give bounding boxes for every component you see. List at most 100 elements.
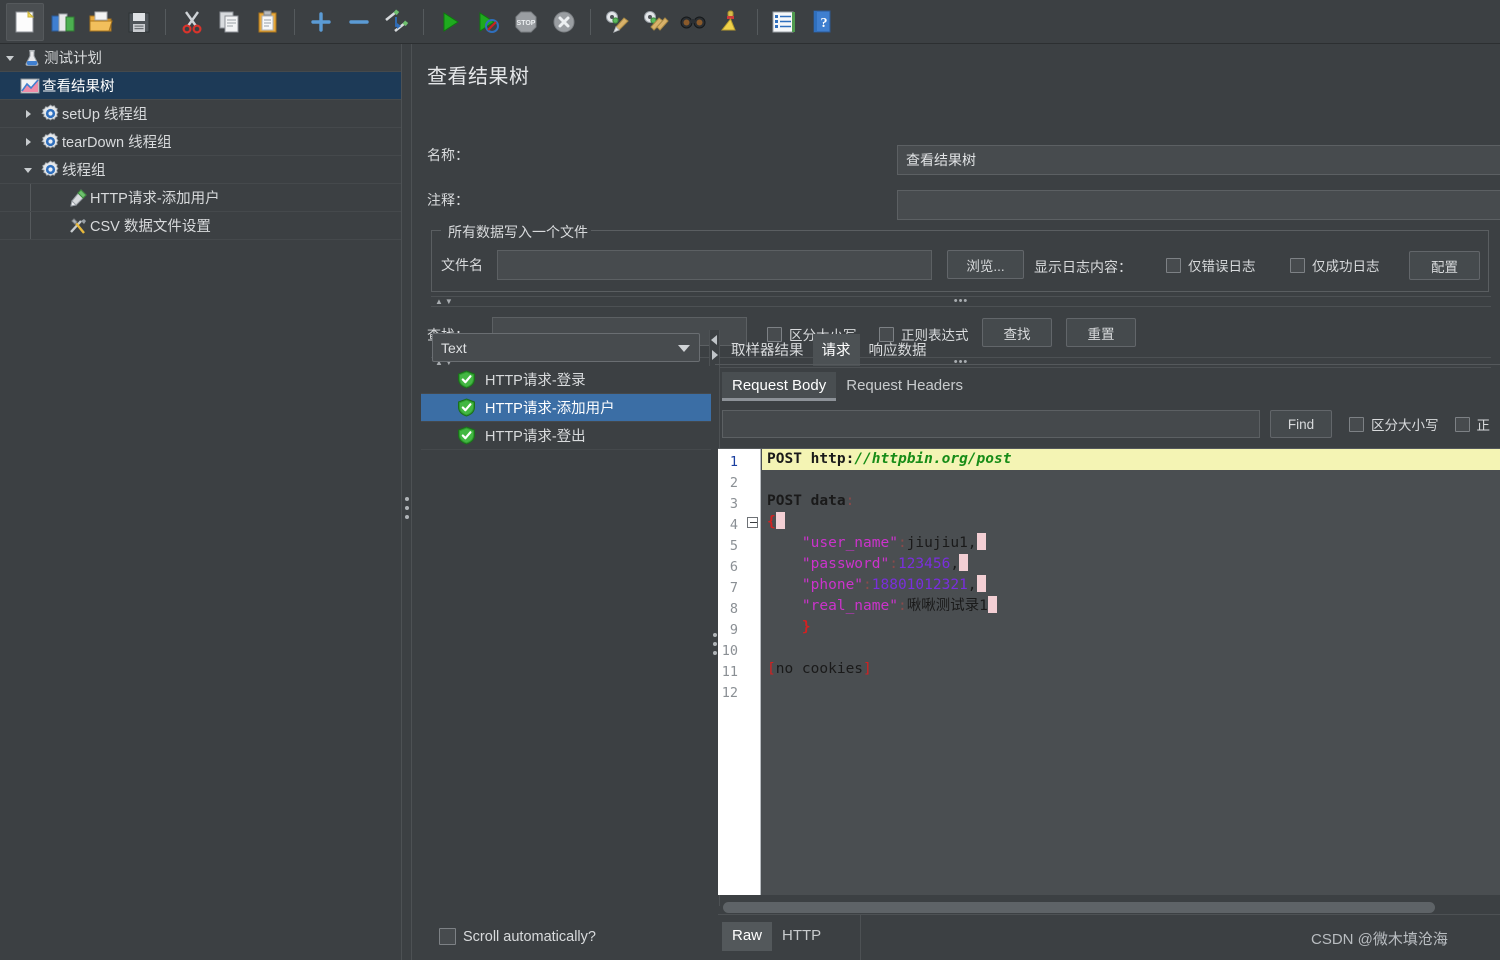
stop-button[interactable]: STOP xyxy=(507,3,545,41)
list-item[interactable]: HTTP请求-登录 xyxy=(421,366,711,394)
errors-only-checkbox[interactable] xyxy=(1166,257,1181,273)
clear-button[interactable] xyxy=(598,3,636,41)
splitter-arrow-left[interactable] xyxy=(711,335,717,345)
function-helper-button[interactable] xyxy=(765,3,803,41)
tab-request-headers[interactable]: Request Headers xyxy=(836,372,973,401)
shutdown-icon xyxy=(551,9,577,35)
filename-label: 文件名 xyxy=(441,257,483,273)
splitter-top[interactable]: ▲▼ ••• xyxy=(431,296,1491,307)
tree-item-http-request-add-user[interactable]: HTTP请求-添加用户 xyxy=(0,184,405,212)
bottom-divider xyxy=(718,914,1500,915)
code-token: 18801012321 xyxy=(871,577,968,593)
code-find-case-checkbox[interactable] xyxy=(1349,416,1364,432)
start-no-pauses-button[interactable] xyxy=(469,3,507,41)
configure-button[interactable]: 配置 xyxy=(1409,251,1480,280)
toggle-button[interactable] xyxy=(378,3,416,41)
paste-button[interactable] xyxy=(249,3,287,41)
tree-item-label: 测试计划 xyxy=(44,51,102,67)
watermark: CSDN @微木填沧海 xyxy=(1311,931,1448,948)
tree-item-thread-group[interactable]: 线程组 xyxy=(0,156,405,184)
code-find-regex-label: 正 xyxy=(1476,418,1491,433)
comment-input[interactable] xyxy=(897,190,1500,220)
name-input[interactable]: 查看结果树 xyxy=(897,145,1500,175)
vertical-splitter-left[interactable] xyxy=(401,44,412,960)
tab-http[interactable]: HTTP xyxy=(772,922,831,951)
copy-button[interactable] xyxy=(211,3,249,41)
code-line: "password":123456, xyxy=(762,554,1500,575)
line-number: 6 xyxy=(729,559,738,575)
tab-request[interactable]: 请求 xyxy=(812,334,860,366)
tab-request-body[interactable]: Request Body xyxy=(722,372,837,401)
code-horizontal-scrollbar[interactable] xyxy=(722,901,1492,914)
chevron-right-icon[interactable] xyxy=(18,109,38,119)
code-find-regex-checkbox[interactable] xyxy=(1454,416,1470,432)
raw-http-tabs[interactable]: Raw HTTP xyxy=(722,922,831,951)
scroll-automatically-wrap: Scroll automatically? xyxy=(439,928,596,945)
test-plan-tree[interactable]: 测试计划 查看结果树 setUp 线程组 tearDown 线程组 线程组 HT… xyxy=(0,44,406,960)
filename-input[interactable] xyxy=(497,250,932,280)
templates-button[interactable] xyxy=(44,3,82,41)
start-button[interactable] xyxy=(431,3,469,41)
scroll-automatically-label: Scroll automatically? xyxy=(463,928,596,945)
tree-item-teardown-thread-group[interactable]: tearDown 线程组 xyxy=(0,128,405,156)
tab-response-data[interactable]: 响应数据 xyxy=(860,334,936,366)
http-sampler-icon xyxy=(66,188,90,208)
tree-item-csv-data-set-config[interactable]: CSV 数据文件设置 xyxy=(0,212,405,240)
code-find-button[interactable]: Find xyxy=(1270,410,1332,438)
list-item[interactable]: HTTP请求-添加用户 xyxy=(421,394,711,422)
collapse-all-button[interactable] xyxy=(340,3,378,41)
chevron-right-icon[interactable] xyxy=(18,137,38,147)
request-body-editor[interactable]: 1 2 3 4 5 6 7 8 9 10 11 12 POST http://h… xyxy=(718,448,1500,895)
renderer-select[interactable]: Text xyxy=(432,333,700,362)
code-fold-toggle[interactable] xyxy=(747,517,758,528)
new-button[interactable] xyxy=(6,2,44,41)
tree-item-setup-thread-group[interactable]: setUp 线程组 xyxy=(0,100,405,128)
request-subtabs[interactable]: Request Body Request Headers xyxy=(722,372,973,401)
save-icon xyxy=(126,9,152,35)
clear-all-button[interactable] xyxy=(636,3,674,41)
clear-icon xyxy=(603,9,631,35)
success-only-checkbox[interactable] xyxy=(1290,257,1305,273)
search-reset-button[interactable]: 重置 xyxy=(1066,318,1136,347)
expand-all-button[interactable] xyxy=(302,3,340,41)
stop-icon: STOP xyxy=(513,9,539,35)
open-button[interactable] xyxy=(82,3,120,41)
browse-button[interactable]: 浏览... xyxy=(947,250,1024,279)
tree-item-label: HTTP请求-添加用户 xyxy=(90,191,220,207)
code-find-input[interactable] xyxy=(722,410,1260,438)
tree-item-test-plan[interactable]: 测试计划 xyxy=(0,44,405,72)
search-button[interactable] xyxy=(674,3,712,41)
splitter-dots: ••• xyxy=(953,295,969,307)
results-list[interactable]: HTTP请求-登录 HTTP请求-添加用户 HTTP请求-登出 xyxy=(421,366,711,906)
tab-sampler-result[interactable]: 取样器结果 xyxy=(722,334,813,366)
splitter-arrow-right[interactable] xyxy=(712,350,718,360)
chevron-down-icon[interactable] xyxy=(18,165,38,175)
shutdown-button[interactable] xyxy=(545,3,583,41)
splitter-arrows[interactable]: ▲▼ xyxy=(431,297,455,306)
thread-group-icon xyxy=(38,132,62,151)
tree-item-view-results-tree[interactable]: 查看结果树 xyxy=(0,72,405,100)
reset-search-button[interactable] xyxy=(712,3,750,41)
chevron-down-icon[interactable] xyxy=(0,53,20,63)
code-content[interactable]: POST http://httpbin.org/post POST data:{… xyxy=(762,449,1500,895)
renderer-select-value: Text xyxy=(441,339,467,356)
code-token: 123456 xyxy=(897,556,951,572)
toggle-icon xyxy=(383,9,411,35)
tab-raw[interactable]: Raw xyxy=(722,922,773,951)
search-submit-button[interactable]: 查找 xyxy=(982,318,1052,347)
chevron-down-icon xyxy=(678,345,690,352)
scrollbar-thumb[interactable] xyxy=(723,902,1435,913)
success-only-wrap: 仅成功日志 xyxy=(1290,255,1380,275)
code-token: http xyxy=(810,451,846,467)
start-icon xyxy=(437,9,463,35)
save-button[interactable] xyxy=(120,3,158,41)
cut-button[interactable] xyxy=(173,3,211,41)
scroll-automatically-checkbox[interactable] xyxy=(439,928,456,945)
detail-tabs[interactable]: 取样器结果 请求 响应数据 xyxy=(722,334,936,366)
code-token: { xyxy=(767,514,776,530)
list-item[interactable]: HTTP请求-登出 xyxy=(421,422,711,450)
search-icon xyxy=(679,9,707,35)
help-button[interactable]: ? xyxy=(803,3,841,41)
line-number: 4 xyxy=(729,517,738,533)
tree-guide-line xyxy=(30,184,31,211)
